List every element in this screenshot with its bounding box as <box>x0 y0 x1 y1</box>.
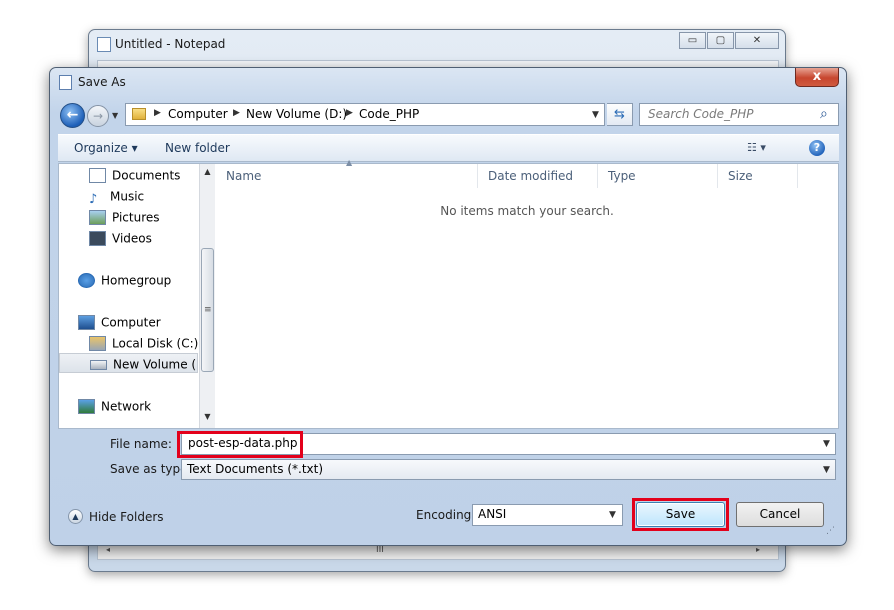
music-icon: ♪ <box>89 192 98 206</box>
navigation-scrollbar[interactable]: ▲ ≡ ▼ <box>199 164 215 428</box>
refresh-icon: ⇆ <box>614 107 625 122</box>
forward-button[interactable]: → <box>87 105 109 127</box>
scrollbar-thumb[interactable]: ≡ <box>201 248 214 372</box>
file-name-highlight-box <box>177 431 303 458</box>
encoding-value: ANSI <box>478 507 507 521</box>
maximize-button[interactable]: ▢ <box>707 32 734 49</box>
nav-item-local-disk-c[interactable]: Local Disk (C:) <box>59 333 207 353</box>
column-header-name[interactable]: Name <box>216 164 478 188</box>
hide-folders-button[interactable]: Hide Folders <box>89 510 164 524</box>
encoding-select[interactable]: ANSI ▼ <box>472 504 623 526</box>
content-area: Documents ♪ Music Pictures Videos Homegro… <box>58 158 839 429</box>
encoding-label: Encoding: <box>416 508 476 522</box>
change-view-icon[interactable]: ☷ ▾ <box>747 141 766 154</box>
help-icon[interactable]: ? <box>809 140 825 156</box>
nav-item-documents[interactable]: Documents <box>59 165 207 185</box>
scroll-grip-icon: III <box>376 545 384 555</box>
encoding-dropdown-icon[interactable]: ▼ <box>609 510 616 520</box>
save-highlight-box <box>632 498 729 531</box>
nav-item-homegroup[interactable]: Homegroup <box>59 270 207 290</box>
homegroup-icon <box>78 273 95 288</box>
toolbar: Organize ▾ New folder ☷ ▾ ? <box>58 134 839 162</box>
scroll-right-arrow-icon[interactable]: ▸ <box>756 545 760 554</box>
computer-icon <box>78 315 95 330</box>
file-name-label: File name: <box>110 437 172 451</box>
notepad-icon <box>59 75 72 90</box>
notepad-title: Untitled - Notepad <box>115 37 226 51</box>
save-as-type-select[interactable]: Text Documents (*.txt) ▼ <box>181 459 836 480</box>
new-folder-button[interactable]: New folder <box>165 141 230 155</box>
minimize-button[interactable]: ▭ <box>679 32 706 49</box>
organize-button[interactable]: Organize ▾ <box>74 141 138 155</box>
back-button[interactable]: ← <box>60 103 85 128</box>
column-header-date-modified[interactable]: Date modified <box>478 164 598 188</box>
scroll-grip-icon: ≡ <box>204 305 212 315</box>
navigation-pane: Documents ♪ Music Pictures Videos Homegro… <box>59 164 207 428</box>
nav-item-network[interactable]: Network <box>59 396 207 416</box>
save-as-dialog: Save As x ← → ▼ ▶ Computer ▶ New Volume … <box>49 67 847 546</box>
breadcrumb-arrow-icon[interactable]: ▶ <box>154 108 161 118</box>
address-dropdown-icon[interactable]: ▼ <box>592 110 599 120</box>
search-input[interactable]: Search Code_PHP <box>648 107 754 121</box>
scroll-down-arrow-icon[interactable]: ▼ <box>200 409 215 425</box>
nav-item-videos[interactable]: Videos <box>59 228 207 248</box>
documents-icon <box>89 168 106 183</box>
nav-item-pictures[interactable]: Pictures <box>59 207 207 227</box>
notepad-icon <box>97 37 111 52</box>
column-header-type[interactable]: Type <box>598 164 718 188</box>
pictures-icon <box>89 210 106 225</box>
resize-grip-icon[interactable]: ⋰ <box>826 526 835 536</box>
breadcrumb-arrow-icon[interactable]: ▶ <box>233 108 240 118</box>
hide-folders-chevron-icon[interactable]: ▲ <box>68 509 83 524</box>
file-name-dropdown-icon[interactable]: ▼ <box>823 439 830 449</box>
network-icon <box>78 399 95 414</box>
save-as-type-label: Save as type: <box>110 462 192 476</box>
cancel-button[interactable]: Cancel <box>736 502 824 527</box>
videos-icon <box>89 231 106 246</box>
search-icon[interactable]: ⌕ <box>820 106 828 122</box>
scroll-up-arrow-icon[interactable]: ▲ <box>200 164 215 180</box>
breadcrumb-computer[interactable]: Computer <box>168 107 228 121</box>
nav-item-new-volume-d[interactable]: New Volume (D:) <box>59 353 198 373</box>
back-arrow-icon: ← <box>66 107 79 123</box>
address-bar[interactable]: ▶ Computer ▶ New Volume (D:) ▶ Code_PHP … <box>125 103 605 126</box>
notepad-close-button[interactable]: ✕ <box>735 32 779 49</box>
refresh-button[interactable]: ⇆ <box>607 103 633 126</box>
scroll-left-arrow-icon[interactable]: ◂ <box>106 545 110 554</box>
breadcrumb-arrow-icon[interactable]: ▶ <box>346 108 353 118</box>
nav-item-music[interactable]: ♪ Music <box>59 186 207 207</box>
forward-arrow-icon: → <box>92 109 104 123</box>
nav-item-computer[interactable]: Computer <box>59 312 207 332</box>
search-box[interactable]: Search Code_PHP ⌕ <box>639 103 839 126</box>
file-list: Name ▲ Date modified Type Size No items … <box>216 158 838 428</box>
drive-icon <box>90 359 107 370</box>
sort-ascending-icon: ▲ <box>346 158 353 167</box>
drive-icon <box>89 336 106 351</box>
save-as-type-value: Text Documents (*.txt) <box>187 462 324 476</box>
empty-message: No items match your search. <box>440 204 614 218</box>
column-header-size[interactable]: Size <box>718 164 798 188</box>
save-as-type-dropdown-icon[interactable]: ▼ <box>823 465 830 475</box>
breadcrumb-new-volume[interactable]: New Volume (D:) <box>246 107 347 121</box>
folder-icon <box>132 108 146 120</box>
recent-pages-dropdown-icon[interactable]: ▼ <box>112 111 118 120</box>
dialog-title: Save As <box>78 75 126 89</box>
breadcrumb-code-php[interactable]: Code_PHP <box>359 107 419 121</box>
dialog-close-button[interactable]: x <box>795 68 839 87</box>
